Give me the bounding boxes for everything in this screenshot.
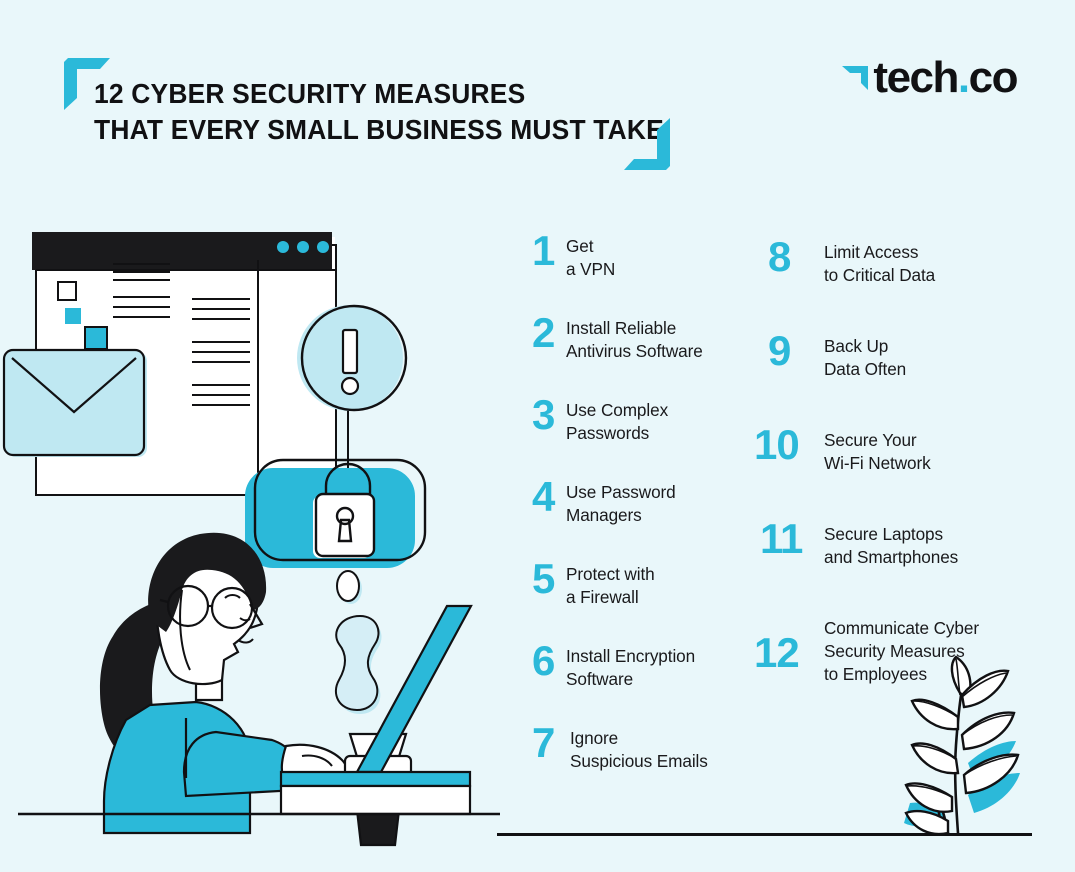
list-item-label: Install Encryption Software — [566, 646, 696, 689]
infographic-canvas: 12 CYBER SECURITY MEASURES THAT EVERY SM… — [0, 0, 1075, 872]
hero-illustration — [2, 232, 500, 847]
browser-dot-icon — [297, 241, 309, 253]
list-item: 11 Secure Laptops and Smartphones — [760, 518, 1018, 569]
list-item-label: Use Complex Passwords — [566, 400, 669, 443]
list-item: 9 Back Up Data Often — [768, 327, 1018, 381]
checkbox-square-icon — [57, 281, 77, 301]
list-item-label: Install Reliable Antivirus Software — [566, 318, 703, 361]
corner-bracket-bottom-right-icon — [624, 118, 670, 170]
list-item-label: Use Password Managers — [566, 482, 676, 525]
browser-dot-icon — [317, 241, 329, 253]
list-item: 1 Get a VPN — [532, 230, 762, 281]
list-item: 8 Limit Access to Critical Data — [768, 233, 1018, 287]
padlock-badge-icon — [245, 458, 427, 568]
brand-dot: . — [957, 53, 970, 102]
list-item: 4 Use Password Managers — [532, 476, 762, 527]
list-item-label: Get a VPN — [566, 236, 616, 279]
list-item-label: Protect with a Firewall — [566, 564, 655, 607]
list-item: 7 Ignore Suspicious Emails — [532, 722, 762, 773]
list-item-label: Ignore Suspicious Emails — [570, 728, 708, 771]
list-item-label: Limit Access to Critical Data — [824, 242, 936, 285]
list-item-label: Secure Laptops and Smartphones — [824, 524, 959, 567]
list-item: 3 Use Complex Passwords — [532, 394, 762, 445]
list-item-label: Back Up Data Often — [824, 336, 907, 379]
envelope-icon — [2, 348, 147, 457]
tech-co-arrow-icon — [842, 66, 869, 90]
measures-list-left: 1 Get a VPN 2 Install Reliable Antivirus… — [532, 230, 762, 773]
header: 12 CYBER SECURITY MEASURES THAT EVERY SM… — [0, 0, 1075, 200]
list-item: 10 Secure Your Wi-Fi Network — [754, 424, 1018, 475]
browser-dot-icon — [277, 241, 289, 253]
list-item-number: 10 — [754, 421, 800, 468]
brand-name: tech — [873, 53, 959, 102]
list-item-label: Secure Your Wi-Fi Network — [824, 430, 931, 473]
ground-line — [497, 833, 1032, 836]
filled-square-icon — [65, 308, 81, 324]
plant-illustration — [904, 655, 1020, 836]
steam-icon — [334, 570, 382, 714]
brand-logo-text: tech.co — [873, 53, 1019, 102]
list-item-number: 12 — [754, 629, 800, 676]
list-item-number: 11 — [760, 515, 803, 562]
list-item-number: 9 — [768, 327, 791, 374]
list-item-number: 8 — [768, 233, 791, 280]
list-item: 2 Install Reliable Antivirus Software — [532, 312, 762, 363]
outlined-filled-square-icon — [84, 326, 108, 350]
exclamation-circle-icon — [297, 304, 408, 412]
list-item: 5 Protect with a Firewall — [532, 558, 762, 609]
measures-list-right: 8 Limit Access to Critical Data 9 Back U… — [754, 233, 1018, 686]
brand-logo: tech.co — [840, 52, 1019, 104]
list-item: 6 Install Encryption Software — [532, 640, 762, 691]
brand-tld: co — [968, 53, 1019, 102]
page-title: 12 CYBER SECURITY MEASURES THAT EVERY SM… — [94, 78, 664, 145]
